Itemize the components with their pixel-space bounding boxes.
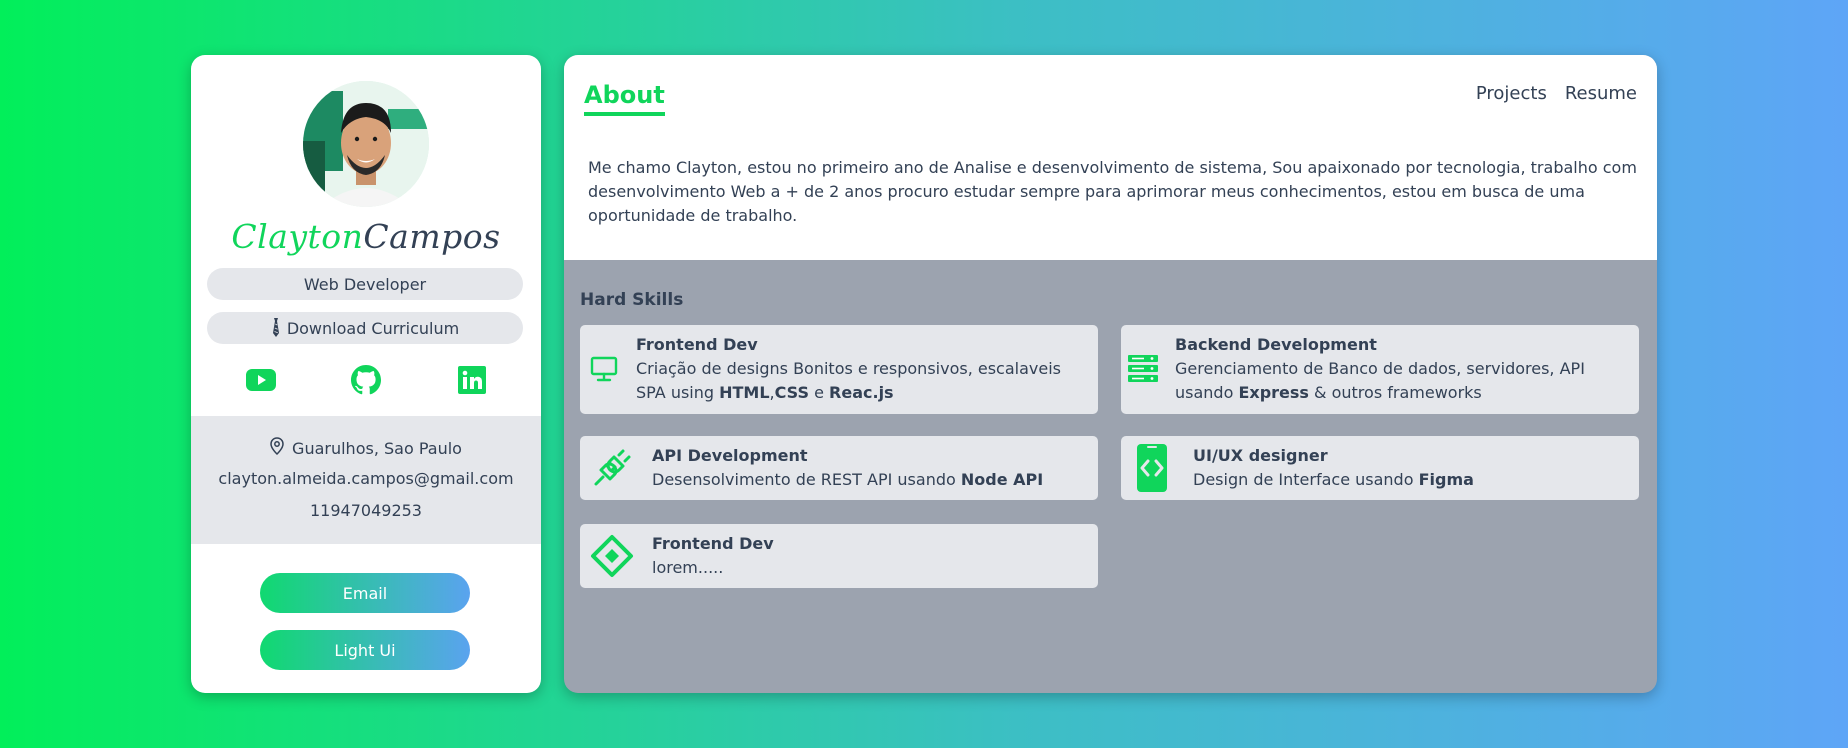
skill-description: Criação de designs Bonitos e responsivos…: [636, 359, 1061, 402]
name-first: Clayton: [231, 217, 364, 256]
skill-title: Frontend Dev: [652, 534, 774, 553]
skill-text: Frontend Dev Criação de designs Bonitos …: [636, 333, 1086, 405]
profile-name: ClaytonCampos: [191, 217, 541, 256]
tie-icon: [271, 318, 281, 338]
skill-card-frontend-extra: Frontend Dev lorem.....: [580, 524, 1098, 588]
tab-projects[interactable]: Projects: [1476, 83, 1547, 104]
location-text: Guarulhos, Sao Paulo: [292, 438, 462, 458]
plug-icon: [592, 448, 632, 488]
skill-description: Design de Interface usando Figma: [1193, 470, 1474, 489]
email-button[interactable]: Email: [260, 573, 470, 613]
linkedin-icon: [458, 366, 486, 398]
role-badge: Web Developer: [207, 268, 523, 300]
linkedin-link[interactable]: [455, 365, 489, 399]
location-row: Guarulhos, Sao Paulo: [191, 437, 541, 459]
top-nav: Projects Resume: [1476, 83, 1637, 104]
skill-text: API Development Desensolvimento de REST …: [652, 444, 1092, 492]
skill-text: Frontend Dev lorem.....: [652, 532, 1092, 580]
about-description: Me chamo Clayton, estou no primeiro ano …: [588, 158, 1637, 225]
contact-info: Guarulhos, Sao Paulo clayton.almeida.cam…: [191, 416, 541, 544]
youtube-link[interactable]: [244, 365, 278, 399]
skill-title: Frontend Dev: [636, 335, 758, 354]
skill-card-backend: Backend Development Gerenciamento de Ban…: [1121, 325, 1639, 414]
avatar: [303, 81, 429, 207]
light-ui-toggle-button[interactable]: Light Ui: [260, 630, 470, 670]
download-curriculum-button[interactable]: Download Curriculum: [207, 312, 523, 344]
main-card: About Projects Resume Me chamo Clayton, …: [564, 55, 1657, 693]
skill-text: Backend Development Gerenciamento de Ban…: [1175, 333, 1630, 405]
skill-description: Gerenciamento de Banco de dados, servido…: [1175, 359, 1585, 402]
about-section: About Projects Resume Me chamo Clayton, …: [564, 55, 1657, 260]
download-label: Download Curriculum: [286, 318, 460, 338]
location-pin-icon: [270, 437, 292, 459]
skill-title: API Development: [652, 446, 808, 465]
github-icon: [351, 365, 381, 399]
skill-text: UI/UX designer Design de Interface usand…: [1193, 444, 1633, 492]
social-links: [191, 365, 541, 399]
skill-description: lorem.....: [652, 558, 724, 577]
server-icon: [1128, 355, 1158, 383]
github-link[interactable]: [349, 365, 383, 399]
skills-heading: Hard Skills: [580, 290, 684, 310]
skill-title: UI/UX designer: [1193, 446, 1328, 465]
profile-card: ClaytonCampos Web Developer Download Cur…: [191, 55, 541, 693]
email-text[interactable]: clayton.almeida.campos@gmail.com: [191, 469, 541, 488]
skill-card-api: API Development Desensolvimento de REST …: [580, 436, 1098, 500]
skill-card-uiux: UI/UX designer Design de Interface usand…: [1121, 436, 1639, 500]
monitor-icon: [590, 355, 618, 383]
skill-description: Desensolvimento de REST API usando Node …: [652, 470, 1044, 489]
phone-text: 11947049253: [310, 501, 422, 520]
skill-title: Backend Development: [1175, 335, 1377, 354]
mobile-code-icon: [1137, 444, 1167, 492]
name-last: Campos: [363, 217, 501, 256]
youtube-icon: [246, 369, 276, 395]
diamond-logo-icon: [590, 534, 634, 578]
skill-card-frontend: Frontend Dev Criação de designs Bonitos …: [580, 325, 1098, 414]
tab-about[interactable]: About: [584, 81, 665, 116]
tab-resume[interactable]: Resume: [1565, 83, 1637, 104]
